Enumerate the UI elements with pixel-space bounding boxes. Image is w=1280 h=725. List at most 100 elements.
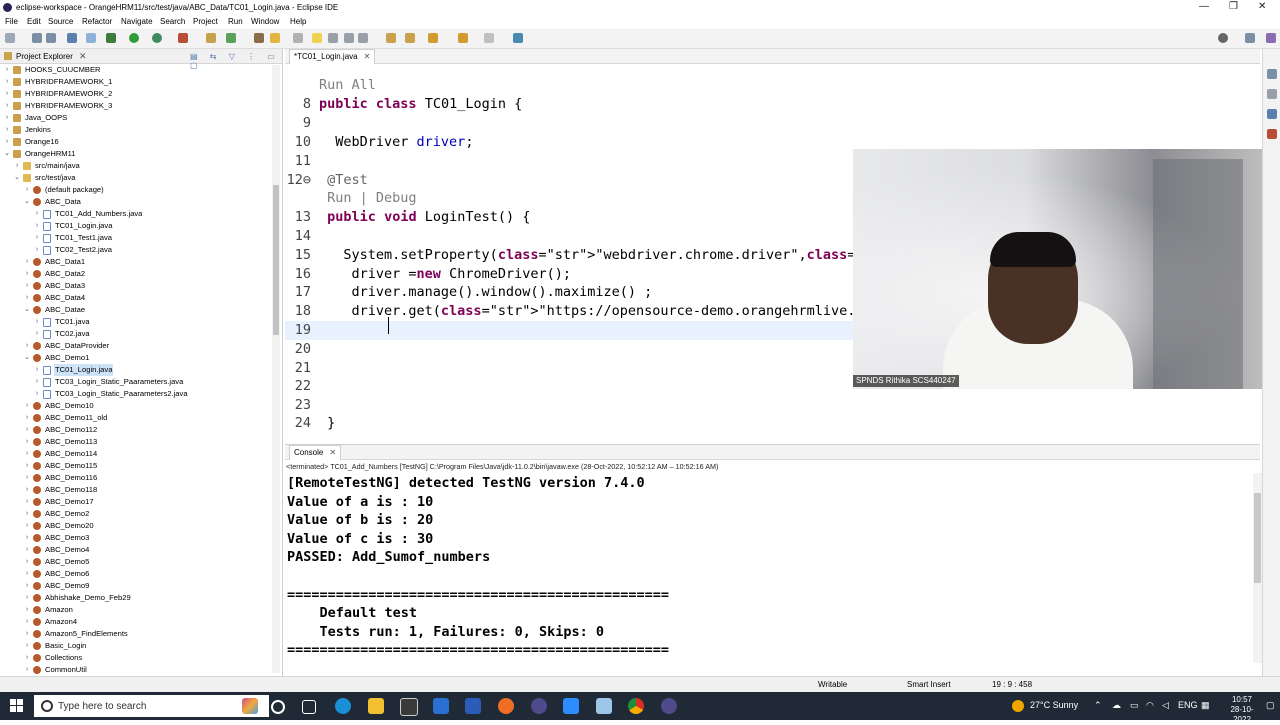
expand-arrow-icon[interactable]: › [23, 496, 31, 508]
tree-item[interactable]: › TC03_Login_Static_Paarameters.java [0, 376, 272, 388]
highlight-icon[interactable] [312, 33, 322, 43]
tree-item[interactable]: › TC01_Login.java [0, 220, 272, 232]
code-lens-link[interactable]: Run | Debug [319, 189, 416, 208]
expand-arrow-icon[interactable]: › [3, 112, 11, 124]
restore-button[interactable]: ❐ [1229, 1, 1238, 12]
tree-item[interactable]: ⌄ ABC_Demo1 [0, 352, 272, 364]
expand-arrow-icon[interactable]: › [3, 76, 11, 88]
tree-item[interactable]: › src/main/java [0, 160, 272, 172]
code-line[interactable]: 19 [285, 321, 855, 340]
tree-item[interactable]: ⌄ ABC_Data [0, 196, 272, 208]
explorer-scrollbar-thumb[interactable] [273, 185, 279, 335]
volume-icon[interactable]: ◁ [1162, 700, 1169, 711]
run-icon[interactable] [129, 33, 139, 43]
tree-item[interactable]: › ABC_Demo115 [0, 460, 272, 472]
explorer-scrollbar[interactable] [272, 65, 280, 673]
expand-arrow-icon[interactable]: › [23, 256, 31, 268]
expand-arrow-icon[interactable]: › [3, 64, 11, 76]
code-line[interactable]: Run | Debug [285, 189, 855, 208]
open-type-icon[interactable] [254, 33, 264, 43]
code-line[interactable]: 22 [285, 377, 855, 396]
expand-arrow-icon[interactable]: › [23, 604, 31, 616]
tree-item[interactable]: › ABC_DataProvider [0, 340, 272, 352]
tree-item[interactable]: › ABC_Demo11_old [0, 412, 272, 424]
tree-item[interactable]: › Java_OOPS [0, 112, 272, 124]
save-icon[interactable] [32, 33, 42, 43]
console-scrollbar-thumb[interactable] [1254, 493, 1261, 583]
expand-arrow-icon[interactable]: › [23, 484, 31, 496]
tree-item[interactable]: › TC03_Login_Static_Paarameters2.java [0, 388, 272, 400]
junit-icon[interactable] [1267, 129, 1277, 139]
close-tab-button[interactable]: ✕ [364, 52, 371, 61]
tree-item[interactable]: › TC01.java [0, 316, 272, 328]
tree-item[interactable]: › TC02_Test2.java [0, 244, 272, 256]
file-explorer-icon[interactable] [368, 698, 384, 714]
expand-arrow-icon[interactable]: › [23, 472, 31, 484]
tree-item[interactable]: › ABC_Demo116 [0, 472, 272, 484]
tree-item[interactable]: › ABC_Data2 [0, 268, 272, 280]
tree-item[interactable]: › TC01_Add_Numbers.java [0, 208, 272, 220]
menu-file[interactable]: File [5, 17, 18, 26]
expand-arrow-icon[interactable]: › [23, 556, 31, 568]
firefox-icon[interactable] [498, 698, 514, 714]
expand-arrow-icon[interactable]: › [23, 616, 31, 628]
tree-item[interactable]: ⌄ ABC_Datae [0, 304, 272, 316]
search-icon[interactable] [1218, 33, 1228, 43]
expand-arrow-icon[interactable]: › [33, 376, 41, 388]
code-line[interactable]: 18 driver.get(class="str">"https://opens… [285, 302, 913, 321]
new-java-project-icon[interactable] [206, 33, 216, 43]
expand-arrow-icon[interactable]: › [23, 664, 31, 676]
expand-arrow-icon[interactable]: › [33, 244, 41, 256]
widget-art-icon[interactable] [242, 698, 258, 714]
back-icon[interactable] [458, 33, 468, 43]
expand-arrow-icon[interactable]: › [23, 184, 31, 196]
tree-item[interactable]: › ABC_Demo112 [0, 424, 272, 436]
expand-arrow-icon[interactable]: › [33, 388, 41, 400]
tree-item[interactable]: › ABC_Demo114 [0, 448, 272, 460]
code-line[interactable]: 17 driver.manage().window().maximize() ; [285, 283, 855, 302]
expand-arrow-icon[interactable]: › [23, 340, 31, 352]
collapse-arrow-icon[interactable]: ⌄ [23, 352, 31, 364]
skip-breakpoints-icon[interactable] [86, 33, 96, 43]
expand-arrow-icon[interactable]: › [23, 448, 31, 460]
tab-tc01-login[interactable]: *TC01_Login.java ✕ [289, 49, 376, 64]
expand-arrow-icon[interactable]: › [23, 400, 31, 412]
tree-item[interactable]: › Amazon [0, 604, 272, 616]
collapse-arrow-icon[interactable]: ⌄ [13, 172, 21, 184]
tree-item[interactable]: › Basic_Login [0, 640, 272, 652]
eclipse-taskbar-icon[interactable] [531, 698, 547, 714]
menu-edit[interactable]: Edit [27, 17, 41, 26]
tree-item[interactable]: › TC01_Login.java [0, 364, 272, 376]
language-indicator[interactable]: ENG [1178, 700, 1198, 710]
expand-arrow-icon[interactable]: › [33, 220, 41, 232]
close-explorer-button[interactable]: ✕ [79, 51, 87, 62]
store-icon[interactable] [400, 698, 418, 716]
tree-item[interactable]: › ABC_Demo17 [0, 496, 272, 508]
notepad-icon[interactable] [596, 698, 612, 714]
tree-item[interactable]: › Jenkins [0, 124, 272, 136]
code-line[interactable]: 11 [285, 152, 855, 171]
expand-arrow-icon[interactable]: › [23, 628, 31, 640]
tree-item[interactable]: › HOOKS_CUUCMBER [0, 64, 272, 76]
problems-icon[interactable] [1267, 109, 1277, 119]
tree-item[interactable]: › ABC_Demo3 [0, 532, 272, 544]
mail-icon[interactable] [433, 698, 449, 714]
task-list-icon[interactable] [1267, 89, 1277, 99]
external-tools-icon[interactable] [178, 33, 188, 43]
menu-navigate[interactable]: Navigate [121, 17, 153, 26]
menu-refactor[interactable]: Refactor [82, 17, 112, 26]
tree-item[interactable]: › CommonUtil [0, 664, 272, 676]
tree-item[interactable]: › TC01_Test1.java [0, 232, 272, 244]
code-line[interactable]: 15 System.setProperty(class="str">"webdr… [285, 246, 1100, 265]
tree-item[interactable]: › ABC_Data4 [0, 292, 272, 304]
tree-item[interactable]: › HYBRIDFRAMEWORK_2 [0, 88, 272, 100]
last-edit-icon[interactable] [428, 33, 438, 43]
expand-arrow-icon[interactable]: › [23, 544, 31, 556]
expand-arrow-icon[interactable]: › [33, 232, 41, 244]
tree-item[interactable]: › ABC_Demo113 [0, 436, 272, 448]
tree-item[interactable]: › ABC_Demo2 [0, 508, 272, 520]
eclipse-active-icon[interactable] [661, 698, 677, 714]
coverage-icon[interactable] [152, 33, 162, 43]
minimize-button[interactable]: — [1199, 1, 1209, 12]
expand-arrow-icon[interactable]: › [23, 652, 31, 664]
